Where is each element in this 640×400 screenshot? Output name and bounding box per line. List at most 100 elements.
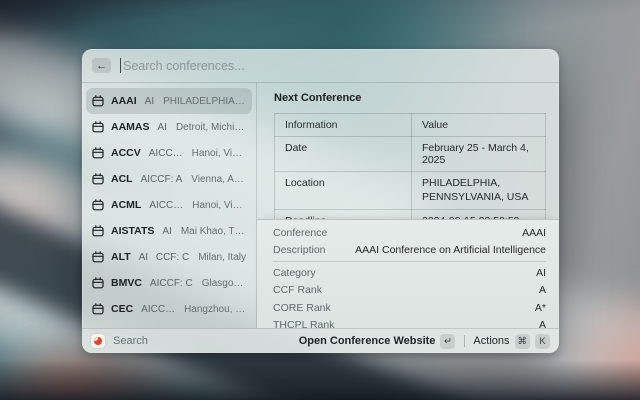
- conference-rank: CCF: A: [150, 173, 183, 185]
- metadata-label: THCPL Rank: [273, 319, 335, 328]
- list-item-aamas[interactable]: AAMAS AI Detroit, Michigan…: [86, 114, 252, 140]
- metadata-label: CORE Rank: [273, 301, 331, 314]
- conference-location: Detroit, Michigan…: [175, 121, 246, 133]
- footer-mode-label: Search: [113, 335, 148, 347]
- list-item-aistats[interactable]: AISTATS AI Mai Khao, Thail…: [86, 218, 252, 244]
- conference-list: AAAI AI PHILADELPHIA, PE… AAMAS AI Detro…: [82, 83, 257, 328]
- metadata-value: AAAI: [522, 226, 546, 239]
- conference-name: BMVC: [111, 277, 142, 289]
- calendar-icon: [92, 147, 104, 159]
- conference-location: Milan, Italy: [198, 251, 246, 263]
- metadata-row-category: Category AI: [273, 264, 546, 282]
- main-content: AAAI AI PHILADELPHIA, PE… AAMAS AI Detro…: [82, 83, 559, 328]
- conference-location: Mai Khao, Thail…: [180, 225, 246, 237]
- open-conference-website-button[interactable]: Open Conference Website: [299, 335, 436, 347]
- conference-name: ALT: [111, 251, 131, 263]
- calendar-icon: [92, 277, 104, 289]
- conference-category: AI: [140, 173, 151, 185]
- conference-location: Vienna, Austria: [191, 173, 246, 185]
- conference-name: AAMAS: [111, 121, 150, 133]
- conference-name: AAAI: [111, 95, 137, 107]
- calendar-icon: [92, 173, 104, 185]
- conference-name: ACCV: [111, 147, 141, 159]
- conference-category: AI: [141, 303, 151, 315]
- calendar-icon: [92, 225, 104, 237]
- footer-divider: [464, 335, 466, 347]
- conference-location: PHILADELPHIA, PE…: [163, 95, 246, 107]
- conference-rank: CCF: C: [155, 251, 190, 263]
- conference-rank: CC…: [158, 199, 184, 211]
- calendar-icon: [92, 95, 104, 107]
- calendar-icon: [92, 121, 104, 133]
- conference-category: AI: [149, 277, 160, 289]
- back-button[interactable]: ←: [92, 58, 111, 73]
- command-key-icon: ⌘: [514, 333, 530, 349]
- table-cell-value: February 25 - March 4, 2025: [411, 136, 546, 172]
- action-bar: Search Open Conference Website ↵ Actions…: [82, 328, 559, 353]
- conference-location: Hanoi, Vietnam: [191, 147, 246, 159]
- metadata-row-ccf-rank: CCF Rank A: [273, 282, 546, 300]
- calendar-icon: [92, 199, 104, 211]
- metadata-row-core-rank: CORE Rank A*: [273, 299, 546, 317]
- conference-rank: CCF: C: [159, 277, 193, 289]
- detail-heading: Next Conference: [274, 92, 362, 104]
- metadata-value: AI: [536, 266, 546, 279]
- metadata-label: Conference: [273, 226, 328, 239]
- list-item-cec[interactable]: CEC AI CC… Hangzhou, China: [86, 296, 252, 322]
- table-header-information: Information: [274, 113, 412, 137]
- conference-name: ACML: [111, 199, 142, 211]
- metadata-value: A*: [534, 301, 546, 314]
- conference-location: Hanoi, Vietnam: [192, 199, 246, 211]
- table-cell-label: Location: [274, 170, 412, 211]
- conference-rank: CC…: [150, 303, 176, 315]
- conference-category: AI: [148, 147, 159, 159]
- conference-category: AI: [149, 199, 159, 211]
- list-item-accv[interactable]: ACCV AI CC… Hanoi, Vietnam: [86, 140, 252, 166]
- conference-location: Glasgow, UK: [201, 277, 246, 289]
- conference-category: AI: [157, 121, 167, 133]
- k-key-icon: K: [535, 333, 550, 349]
- actions-button[interactable]: Actions: [473, 335, 509, 347]
- wallpaper-salmon-blob: [560, 280, 640, 400]
- conference-name: CEC: [111, 303, 134, 315]
- conference-location: Hangzhou, China: [184, 303, 246, 315]
- metadata-value: AAAI Conference on Artificial Intelligen…: [355, 244, 546, 257]
- list-item-bmvc[interactable]: BMVC AI CCF: C Glasgow, UK: [86, 270, 252, 296]
- conference-category: AI: [138, 251, 149, 263]
- text-caret: [120, 58, 121, 73]
- list-item-alt[interactable]: ALT AI CCF: C Milan, Italy: [86, 244, 252, 270]
- extension-logo-icon: [91, 334, 105, 348]
- footer-actions: Open Conference Website ↵ Actions ⌘ K: [299, 333, 550, 349]
- enter-key-icon: ↵: [440, 333, 456, 349]
- list-item-acl[interactable]: ACL AI CCF: A Vienna, Austria: [86, 166, 252, 192]
- metadata-row-conference: Conference AAAI: [273, 224, 546, 242]
- calendar-icon: [92, 251, 104, 263]
- list-item-acml[interactable]: ACML AI CC… Hanoi, Vietnam: [86, 192, 252, 218]
- metadata-label: Description: [273, 244, 326, 257]
- metadata-value: A: [538, 319, 546, 328]
- conference-name: ACL: [111, 173, 133, 185]
- metadata-label: CCF Rank: [273, 284, 323, 297]
- table-row: Date February 25 - March 4, 2025: [274, 136, 546, 172]
- metadata-label: Category: [273, 266, 316, 279]
- table-cell-label: Date: [274, 136, 412, 172]
- metadata-row-thcpl-rank: THCPL Rank A: [273, 317, 546, 328]
- conference-name: AISTATS: [111, 225, 155, 237]
- search-input[interactable]: Search conferences...: [123, 59, 245, 73]
- metadata-row-description: Description AAAI Conference on Artificia…: [273, 242, 546, 260]
- table-header-value: Value: [411, 113, 546, 137]
- metadata-separator: [273, 261, 546, 262]
- metadata-panel: Conference AAAI Description AAAI Confere…: [257, 219, 559, 328]
- conference-category: AI: [144, 95, 155, 107]
- table-row: Location PHILADELPHIA, PENNSYLVANIA, USA: [274, 170, 546, 211]
- conference-rank: CC…: [158, 147, 183, 159]
- calendar-icon: [92, 303, 104, 315]
- metadata-value: A: [538, 284, 546, 297]
- list-item-aaai[interactable]: AAAI AI PHILADELPHIA, PE…: [86, 88, 252, 114]
- next-conference-table: Information Value Date February 25 - Mar…: [274, 113, 546, 234]
- table-cell-value: PHILADELPHIA, PENNSYLVANIA, USA: [411, 170, 546, 211]
- launcher-window: ← Search conferences... AAAI AI PHILADEL…: [82, 49, 559, 353]
- search-bar: ← Search conferences...: [82, 49, 559, 83]
- back-arrow-icon: ←: [96, 59, 107, 72]
- conference-category: AI: [162, 225, 172, 237]
